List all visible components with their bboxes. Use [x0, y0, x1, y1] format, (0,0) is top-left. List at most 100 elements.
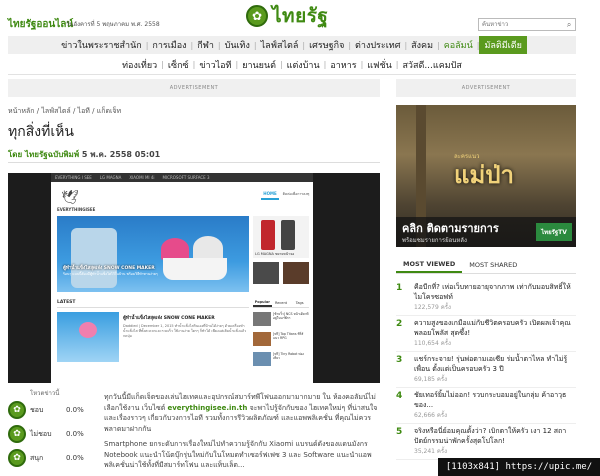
nav-item[interactable]: คอลัมน์: [440, 38, 477, 52]
article-paragraph: Smartphone ยกระดับการเรื่องใหม่ไปทำความร…: [104, 440, 372, 469]
subnav-item[interactable]: แต่งบ้าน: [283, 58, 324, 72]
most-viewed-title[interactable]: จริงหรือนี่ย์อมคุณตั้งว่า? เบิกตาให้ครัว…: [414, 427, 566, 445]
inner-popular-text: [ฟรี] Tiny Robot ท่องเที่ยว: [273, 352, 304, 360]
nav-item[interactable]: มัลติมีเดีย: [479, 36, 527, 54]
inner-site-topbar: EVERYTHING I SEE LG MAGNA XIAOMI MI 4i M…: [51, 173, 313, 182]
nav-item[interactable]: บันเทิง: [221, 38, 254, 52]
poll-row-like[interactable]: ✿ ชอบ 0.0%: [8, 400, 100, 420]
subnav-item[interactable]: ยานยนต์: [238, 58, 280, 72]
inner-popular-thumb: [253, 312, 271, 326]
shaved-ice-pink: [161, 238, 189, 260]
site-name[interactable]: ไทยรัฐออนไลน์: [8, 17, 73, 32]
tv-show-advertisement[interactable]: ละครแนว แม่ป่า คลิก ติดตามรายการ พร้อมชม…: [396, 105, 576, 247]
nav-item[interactable]: ต่างประเทศ: [351, 38, 404, 52]
article-body: ทุกวันนี้มีแก็ดเจ็ตของเล่นไฮเทคและอุปกรณ…: [104, 392, 380, 476]
breadcrumb-gadget[interactable]: แก็ดเจ็ท: [97, 107, 121, 115]
inner-topbar-item: EVERYTHING I SEE: [55, 175, 92, 180]
subnav-item[interactable]: สวัสดี...แคมปัส: [398, 58, 465, 72]
most-viewed-item[interactable]: 5 จริงหรือนี่ย์อมคุณตั้งว่า? เบิกตาให้ครั…: [396, 424, 576, 460]
advertisement-banner-left[interactable]: ADVERTISEMENT: [8, 79, 380, 97]
breadcrumb-home[interactable]: หน้าหลัก: [8, 107, 34, 115]
poll-value: 0.0%: [66, 430, 84, 438]
inner-item-thumb-scoop: [79, 322, 97, 338]
nav-item[interactable]: การเมือง: [148, 38, 190, 52]
vote-poll: โหวตข่าวนี้ ✿ ชอบ 0.0% ✿ ไม่ชอบ 0.0% ✿ ส…: [8, 388, 100, 476]
vote-fun-icon[interactable]: ✿: [8, 449, 26, 467]
poll-label: ชอบ: [30, 405, 44, 414]
article-hero-image[interactable]: EVERYTHING I SEE LG MAGNA XIAOMI MI 4i M…: [8, 173, 380, 383]
vote-like-icon[interactable]: ✿: [8, 401, 26, 419]
view-count: 62,666 ครั้ง: [414, 412, 448, 419]
subnav-item[interactable]: ท่องเที่ยว: [118, 58, 161, 72]
vote-dislike-icon[interactable]: ✿: [8, 425, 26, 443]
most-viewed-text: จริงหรือนี่ย์อมคุณตั้งว่า? เบิกตาให้ครัว…: [414, 427, 576, 459]
most-viewed-item[interactable]: 1 คือบีกที่? เห่อเว็บทายอายุจากภาพ เท่ากั…: [396, 280, 576, 316]
most-viewed-title[interactable]: แชร์กระจาย! รุ่นพ่อตามเอเซีย ร่มน้ำตาไหล…: [414, 355, 567, 373]
inner-tab-tags: Tags: [295, 300, 304, 305]
nav-item[interactable]: สังคม: [407, 38, 437, 52]
view-count: 110,654 ครั้ง: [414, 340, 451, 347]
inner-tab-popular: Popular: [253, 298, 272, 307]
article-source[interactable]: โดย ไทยรัฐฉบับพิมพ์: [8, 150, 79, 159]
most-viewed-title[interactable]: ความสูงของเกมือแม่กับชีวิตครอบครัว เปิดผ…: [414, 319, 571, 337]
inner-topbar-item: MICROSOFT SURFACE 3: [162, 175, 210, 180]
thairath-tv-badge: ไทยรัฐTV: [536, 223, 572, 241]
view-count: 69,185 ครั้ง: [414, 376, 448, 383]
article-link[interactable]: everythingisee.in.th: [167, 404, 247, 412]
search-icon[interactable]: ⌕: [563, 19, 575, 30]
tab-most-viewed[interactable]: MOST VIEWED: [396, 256, 463, 273]
inner-popular-item: [ฟรี] Tiny Robot ท่องเที่ยว: [253, 352, 309, 370]
inner-popular-tabs: Popular Recent Tags: [253, 298, 309, 308]
inner-item-title: ตู้ทำน้ำแข็งไสสุดเจ๋ง SNOW CONE MAKER: [123, 316, 215, 321]
main-nav: ข่าวในพระราชสำนัก | การเมือง | กีฬา | บันเทิง |…: [8, 36, 576, 54]
page-title: ทุกสิ่งที่เห็น: [8, 124, 74, 140]
inner-popular-thumb: [253, 332, 271, 346]
poll-value: 0.0%: [66, 454, 84, 462]
nav-item[interactable]: ไลฟ์สไตล์: [257, 38, 303, 52]
search-input[interactable]: [479, 19, 564, 30]
most-tabs: MOST VIEWED MOST SHARED: [396, 256, 576, 274]
advertisement-banner-right[interactable]: ADVERTISEMENT: [396, 79, 576, 97]
phone-red-shape: [261, 220, 275, 250]
subnav-item[interactable]: เซ็กซ์: [164, 58, 193, 72]
shaved-ice-white: [193, 236, 223, 260]
most-viewed-title[interactable]: ชัยเทอร์ยิ้มไม่ออก! รวบกระบอมอยู่ในกลุ่ม…: [414, 391, 566, 409]
inner-side-label: LG MAGNA ขยายหน้าจอ: [255, 252, 295, 256]
subnav-item[interactable]: อาหาร: [326, 58, 360, 72]
site-logo[interactable]: ✿ ไทยรัฐ: [246, 2, 364, 30]
most-viewed-item[interactable]: 2 ความสูงของเกมือแม่กับชีวิตครอบครัว เปิด…: [396, 316, 576, 352]
subnav-item[interactable]: ข่าวไอที: [195, 58, 235, 72]
inner-thumb: [283, 262, 309, 284]
inner-tab-home: HOME: [261, 188, 279, 200]
inner-feature-caption: ตู้ทำน้ำแข็งไสสุดเจ๋ง SNOW CONE MAKER: [63, 266, 155, 271]
search-box: ⌕: [478, 18, 576, 31]
breadcrumb-separator: /: [36, 107, 40, 115]
inner-side-phones: LG MAGNA ขยายหน้าจอ: [253, 216, 309, 258]
breadcrumb-lifestyle[interactable]: ไลฟ์สไตล์: [41, 107, 70, 115]
inner-tab-recent: Recent: [274, 300, 288, 305]
breadcrumb-it[interactable]: ไอที: [78, 107, 90, 115]
most-viewed-title[interactable]: คือบีกที่? เห่อเว็บทายอายุจากภาพ เท่ากับ…: [414, 283, 571, 301]
poll-label: ไม่ชอบ: [30, 429, 52, 438]
inner-side-thumbs: [253, 262, 309, 292]
snow-machine-shape: [71, 228, 117, 288]
nav-item[interactable]: ข่าวในพระราชสำนัก: [57, 38, 146, 52]
rank-number: 2: [396, 319, 403, 329]
most-viewed-text: ชัยเทอร์ยิ้มไม่ออก! รวบกระบอมอยู่ในกลุ่ม…: [414, 391, 576, 423]
poll-title: โหวตข่าวนี้: [30, 390, 60, 397]
tab-most-shared[interactable]: MOST SHARED: [462, 256, 524, 273]
bird-logo-icon: 🕊: [61, 190, 79, 206]
nav-item[interactable]: เศรษฐกิจ: [305, 38, 348, 52]
inner-site-page: 🕊 EVERYTHINGISEE HOME ติดต่อเพื่อการลงทุ…: [51, 182, 313, 383]
logo-text: ไทยรัฐ: [272, 5, 329, 27]
poll-value: 0.0%: [66, 406, 84, 414]
most-viewed-item[interactable]: 4 ชัยเทอร์ยิ้มไม่ออก! รวบกระบอมอยู่ในกลุ่…: [396, 388, 576, 424]
most-viewed-item[interactable]: 3 แชร์กระจาย! รุ่นพ่อตามเอเซีย ร่มน้ำตาไห…: [396, 352, 576, 388]
nav-item[interactable]: กีฬา: [193, 38, 218, 52]
rank-number: 3: [396, 355, 403, 365]
most-viewed-text: ความสูงของเกมือแม่กับชีวิตครอบครัว เปิดผ…: [414, 319, 576, 351]
inner-popular-item: [ฟรี] Top Titans ซีรี่ส์แนว RPG: [253, 332, 309, 350]
poll-row-fun[interactable]: ✿ สนุก 0.0%: [8, 448, 100, 468]
subnav-item[interactable]: แฟชั่น: [363, 58, 395, 72]
poll-row-dislike[interactable]: ✿ ไม่ชอบ 0.0%: [8, 424, 100, 444]
